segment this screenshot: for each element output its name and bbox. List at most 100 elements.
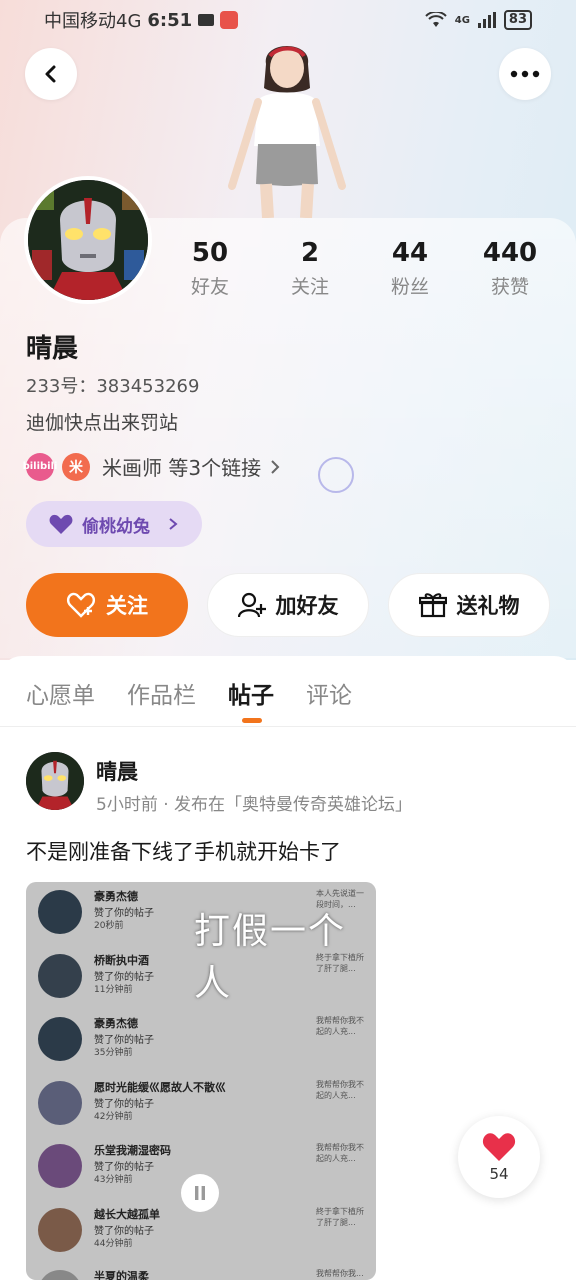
add-friend-label: 加好友 — [275, 594, 339, 618]
tab-wishlist[interactable]: 心愿单 — [26, 676, 95, 710]
video-caption: 打假一个人 — [194, 911, 347, 1004]
like-button[interactable]: 54 — [458, 1116, 540, 1198]
stat-value: 440 — [482, 238, 538, 268]
video-row-name: 乐堂我潮湿密码 — [94, 1144, 171, 1157]
video-list-item: 愿时光能缓巛愿故人不散巛 赞了你的帖子 42分钟前 我帮帮你我不起的人充... — [38, 1077, 368, 1137]
character-avatar-image[interactable] — [222, 36, 352, 218]
video-list-item: 豪勇杰德 赞了你的帖子 35分钟前 我帮帮你我不起的人充... — [38, 1013, 368, 1073]
more-dots-icon — [510, 70, 540, 78]
like-count: 54 — [489, 1165, 509, 1183]
stat-value: 2 — [300, 238, 320, 268]
post-author-avatar[interactable] — [26, 752, 84, 810]
video-row-avatar — [38, 1081, 82, 1125]
screen-record-icon — [198, 14, 215, 26]
gift-icon — [418, 593, 447, 618]
video-row-time: 11分钟前 — [94, 985, 133, 995]
status-left: 中国移动4G 6:51 — [44, 7, 239, 33]
battery-indicator: 83 — [503, 10, 532, 30]
video-row-name: 豪勇杰德 — [94, 1017, 138, 1030]
video-row-action: 赞了你的帖子 — [94, 1099, 154, 1110]
video-row-name: 愿时光能缓巛愿故人不散巛 — [94, 1081, 226, 1094]
bilibili-icon: bilibili — [23, 452, 57, 481]
divider — [0, 726, 576, 727]
video-row-name: 桥断执中酒 — [94, 954, 149, 967]
app-notification-icon — [220, 11, 239, 29]
ultraman-avatar-image — [26, 752, 84, 810]
video-row-time: 20秒前 — [94, 921, 124, 931]
more-button[interactable] — [499, 48, 551, 100]
stat-fans[interactable]: 44 粉丝 — [360, 238, 460, 299]
status-bar: 中国移动4G 6:51 4G 83 — [0, 0, 576, 40]
pause-button[interactable] — [181, 1174, 219, 1212]
person-add-icon — [237, 592, 266, 618]
video-row-snippet: 我帮帮你我不起的人充... — [316, 1016, 364, 1036]
video-row-action: 赞了你的帖子 — [94, 1162, 154, 1173]
profile-tabs: 心愿单 作品栏 帖子 评论 — [26, 676, 352, 723]
back-button[interactable] — [25, 48, 77, 100]
video-row-avatar — [38, 1017, 82, 1061]
stat-value: 44 — [391, 238, 429, 268]
active-tab-indicator — [242, 718, 262, 723]
video-list-item: 半夏的温柔 我帮帮你我... — [38, 1266, 368, 1280]
video-row-time: 43分钟前 — [94, 1175, 133, 1185]
stat-label: 粉丝 — [390, 276, 429, 298]
video-row-action: 赞了你的帖子 — [94, 1035, 154, 1046]
chevron-right-icon — [271, 459, 280, 474]
video-row-avatar — [38, 1270, 82, 1280]
post-video[interactable]: 豪勇杰德 赞了你的帖子 20秒前 本人先说道一段时间，... 桥断执中酒 赞了你… — [26, 882, 376, 1280]
video-list-item: 越长大越孤单 赞了你的帖子 44分钟前 終于拿下植所了肝了腿... — [38, 1204, 368, 1264]
fan-medal-badge[interactable]: 偷桃幼兔 — [26, 501, 202, 547]
stat-friends[interactable]: 50 好友 — [160, 238, 260, 299]
stat-likes[interactable]: 440 获赞 — [460, 238, 560, 299]
chevron-right-icon — [169, 518, 178, 530]
profile-uid: 233号：383453269 — [26, 372, 199, 398]
video-row-name: 越长大越孤单 — [94, 1208, 160, 1221]
mihuashi-icon: 米 — [62, 452, 90, 481]
stat-value: 50 — [191, 238, 229, 268]
post-meta: 5小时前 · 发布在「奥特曼传奇英雄论坛」 — [96, 795, 413, 815]
loading-indicator — [318, 457, 354, 493]
back-arrow-icon — [45, 65, 56, 83]
tab-comments[interactable]: 评论 — [306, 676, 352, 710]
wifi-icon — [425, 12, 447, 27]
stat-label: 好友 — [190, 276, 229, 298]
video-row-avatar — [38, 954, 82, 998]
video-row-time: 44分钟前 — [94, 1239, 133, 1249]
video-row-time: 35分钟前 — [94, 1048, 133, 1058]
gift-label: 送礼物 — [456, 594, 520, 618]
tab-works[interactable]: 作品栏 — [127, 676, 196, 710]
add-friend-button[interactable]: 加好友 — [207, 573, 369, 637]
status-right: 4G 83 — [425, 10, 532, 30]
profile-bio: 迪伽快点出来罚站 — [26, 412, 179, 434]
medal-label: 偷桃幼兔 — [82, 516, 150, 537]
heart-plus-icon — [66, 592, 96, 618]
video-row-avatar — [38, 1144, 82, 1188]
clock: 6:51 — [147, 9, 193, 31]
video-row-action: 赞了你的帖子 — [94, 972, 154, 983]
profile-avatar[interactable] — [24, 176, 152, 304]
uid-label: 233号： — [26, 376, 97, 397]
stat-following[interactable]: 2 关注 — [260, 238, 360, 299]
tab-posts-label: 帖子 — [228, 683, 274, 709]
links-label: 米画师 等3个链接 — [102, 456, 262, 480]
purple-heart-icon — [49, 514, 73, 534]
video-row-avatar — [38, 890, 82, 934]
post-author-name[interactable]: 晴晨 — [96, 756, 138, 786]
send-gift-button[interactable]: 送礼物 — [388, 573, 550, 637]
profile-name: 晴晨 — [26, 334, 79, 364]
tab-posts[interactable]: 帖子 — [228, 676, 274, 723]
video-row-action: 赞了你的帖子 — [94, 908, 154, 919]
follow-button[interactable]: 关注 — [26, 573, 188, 637]
video-row-snippet: 我帮帮你我不起的人充... — [316, 1143, 364, 1163]
post-text[interactable]: 不是刚准备下线了手机就开始卡了 — [26, 836, 341, 866]
video-row-name: 豪勇杰德 — [94, 890, 138, 903]
video-row-snippet: 我帮帮你我... — [316, 1269, 364, 1278]
follow-label: 关注 — [106, 594, 148, 618]
profile-links[interactable]: bilibili 米 米画师 等3个链接 — [23, 452, 281, 481]
profile-stats: 50 好友 2 关注 44 粉丝 440 获赞 — [160, 238, 560, 299]
video-row-snippet: 我帮帮你我不起的人充... — [316, 1080, 364, 1100]
uid-value: 383453269 — [96, 376, 200, 397]
video-row-time: 42分钟前 — [94, 1112, 133, 1122]
network-type: 4G — [454, 14, 470, 26]
stat-label: 关注 — [290, 276, 329, 298]
